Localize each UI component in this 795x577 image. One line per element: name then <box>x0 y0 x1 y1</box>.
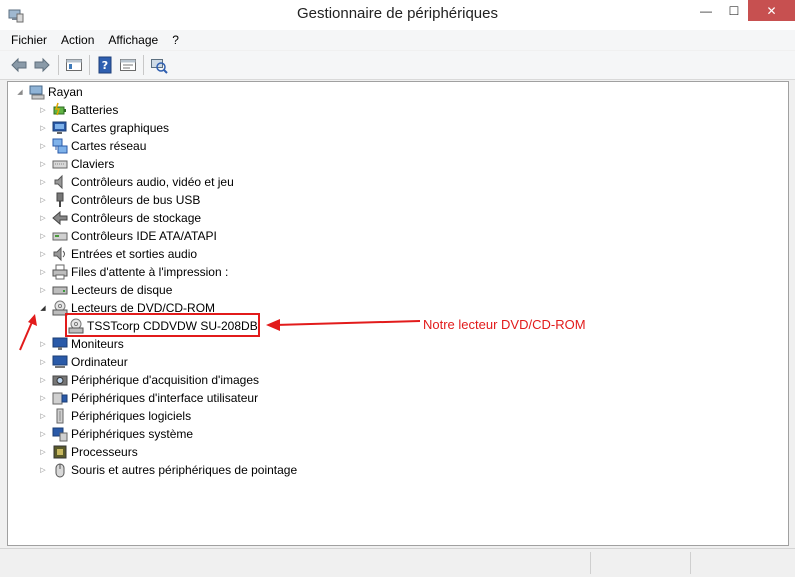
forward-arrow-icon[interactable] <box>33 56 51 74</box>
help-icon[interactable]: ? <box>96 56 114 74</box>
computer-icon <box>52 355 68 368</box>
tree-item-print-queues[interactable]: ▷ Files d'attente à l'impression : <box>38 263 228 281</box>
close-button[interactable]: ✕ <box>748 0 795 21</box>
show-hide-tree-icon[interactable] <box>65 56 83 74</box>
collapse-arrow-icon[interactable]: ◢ <box>38 299 48 317</box>
expand-arrow-icon[interactable]: ▷ <box>38 407 48 425</box>
expand-arrow-icon[interactable]: ▷ <box>38 425 48 443</box>
display-adapter-icon <box>52 121 67 134</box>
tree-item-hid[interactable]: ▷ Périphériques d'interface utilisateur <box>38 389 258 407</box>
processor-icon <box>53 445 67 459</box>
tree-item-audio-io[interactable]: ▷ Entrées et sorties audio <box>38 245 197 263</box>
tree-item-imaging-devices[interactable]: ▷ Périphérique d'acquisition d'images <box>38 371 259 389</box>
expand-arrow-icon[interactable]: ▷ <box>38 389 48 407</box>
annotation-label: Notre lecteur DVD/CD-ROM <box>423 317 586 332</box>
battery-icon <box>53 102 66 116</box>
expand-arrow-icon[interactable]: ▷ <box>38 443 48 461</box>
tree-item-processors[interactable]: ▷ Processeurs <box>38 443 137 461</box>
menu-action[interactable]: Action <box>54 30 101 50</box>
imaging-device-icon <box>52 375 68 386</box>
tree-item-disk-drives[interactable]: ▷ Lecteurs de disque <box>38 281 172 299</box>
expand-arrow-icon[interactable]: ▷ <box>38 245 48 263</box>
disk-drive-icon <box>52 286 68 295</box>
tree-root[interactable]: ◢ Rayan <box>15 83 83 101</box>
expand-arrow-icon[interactable]: ▷ <box>38 155 48 173</box>
network-adapter-icon <box>52 138 68 154</box>
expand-arrow-icon[interactable]: ▷ <box>38 173 48 191</box>
expand-arrow-icon[interactable]: ▷ <box>38 137 48 155</box>
expand-arrow-icon[interactable]: ▷ <box>38 209 48 227</box>
tree-item-audio-controllers[interactable]: ▷ Contrôleurs audio, vidéo et jeu <box>38 173 234 191</box>
tree-item-software-devices[interactable]: ▷ Périphériques logiciels <box>38 407 191 425</box>
hid-icon <box>52 392 68 405</box>
minimize-button[interactable]: — <box>692 0 720 21</box>
tree-root-label: Rayan <box>48 85 83 99</box>
expand-arrow-icon[interactable]: ▷ <box>38 263 48 281</box>
back-arrow-icon[interactable] <box>10 56 28 74</box>
expand-arrow-icon[interactable]: ▷ <box>38 371 48 389</box>
tree-item-system-devices[interactable]: ▷ Périphériques système <box>38 425 193 443</box>
computer-icon <box>29 85 45 100</box>
mouse-icon <box>55 463 65 478</box>
menu-affichage[interactable]: Affichage <box>101 30 165 50</box>
highlight-box <box>65 313 260 337</box>
menu-help[interactable]: ? <box>165 30 186 50</box>
svg-text:?: ? <box>102 59 108 72</box>
properties-icon[interactable] <box>119 56 137 74</box>
tree-item-display-adapters[interactable]: ▷ Cartes graphiques <box>38 119 169 137</box>
maximize-button[interactable]: ☐ <box>720 0 748 21</box>
tree-item-storage-controllers[interactable]: ▷ Contrôleurs de stockage <box>38 209 201 227</box>
system-device-icon <box>52 427 68 442</box>
expand-arrow-icon[interactable]: ▷ <box>38 461 48 479</box>
menu-bar: Fichier Action Affichage ? <box>0 30 795 50</box>
audio-controller-icon <box>54 174 63 190</box>
tree-item-batteries[interactable]: ▷ Batteries <box>38 101 118 119</box>
menu-fichier[interactable]: Fichier <box>0 30 54 50</box>
expand-arrow-icon[interactable]: ▷ <box>38 335 48 353</box>
keyboard-icon <box>52 160 68 169</box>
tree-item-keyboards[interactable]: ▷ Claviers <box>38 155 114 173</box>
tree-item-ide-controllers[interactable]: ▷ Contrôleurs IDE ATA/ATAPI <box>38 227 217 245</box>
tree-item-usb-controllers[interactable]: ▷ Contrôleurs de bus USB <box>38 191 200 209</box>
scan-hardware-icon[interactable] <box>150 56 168 74</box>
collapse-arrow-icon[interactable]: ◢ <box>15 83 25 101</box>
toolbar: ? <box>0 51 795 80</box>
expand-arrow-icon[interactable]: ▷ <box>38 101 48 119</box>
tree-item-mice[interactable]: ▷ Souris et autres périphériques de poin… <box>38 461 297 479</box>
tree-item-monitors[interactable]: ▷ Moniteurs <box>38 335 123 353</box>
window-title: Gestionnaire de périphériques <box>297 5 498 22</box>
audio-io-icon <box>53 246 65 262</box>
expand-arrow-icon[interactable]: ▷ <box>38 119 48 137</box>
expand-arrow-icon[interactable]: ▷ <box>38 353 48 371</box>
software-device-icon <box>56 408 64 424</box>
expand-arrow-icon[interactable]: ▷ <box>38 281 48 299</box>
monitor-icon <box>52 337 68 350</box>
ide-controller-icon <box>52 232 68 241</box>
print-queue-icon <box>52 264 68 280</box>
expand-arrow-icon[interactable]: ▷ <box>38 227 48 245</box>
storage-controller-icon <box>52 210 68 226</box>
status-bar <box>0 548 795 577</box>
usb-controller-icon <box>56 192 64 207</box>
expand-arrow-icon[interactable]: ▷ <box>38 191 48 209</box>
tree-item-network-adapters[interactable]: ▷ Cartes réseau <box>38 137 146 155</box>
tree-item-computer[interactable]: ▷ Ordinateur <box>38 353 127 371</box>
title-bar: Gestionnaire de périphériques — ☐ ✕ <box>0 0 795 30</box>
